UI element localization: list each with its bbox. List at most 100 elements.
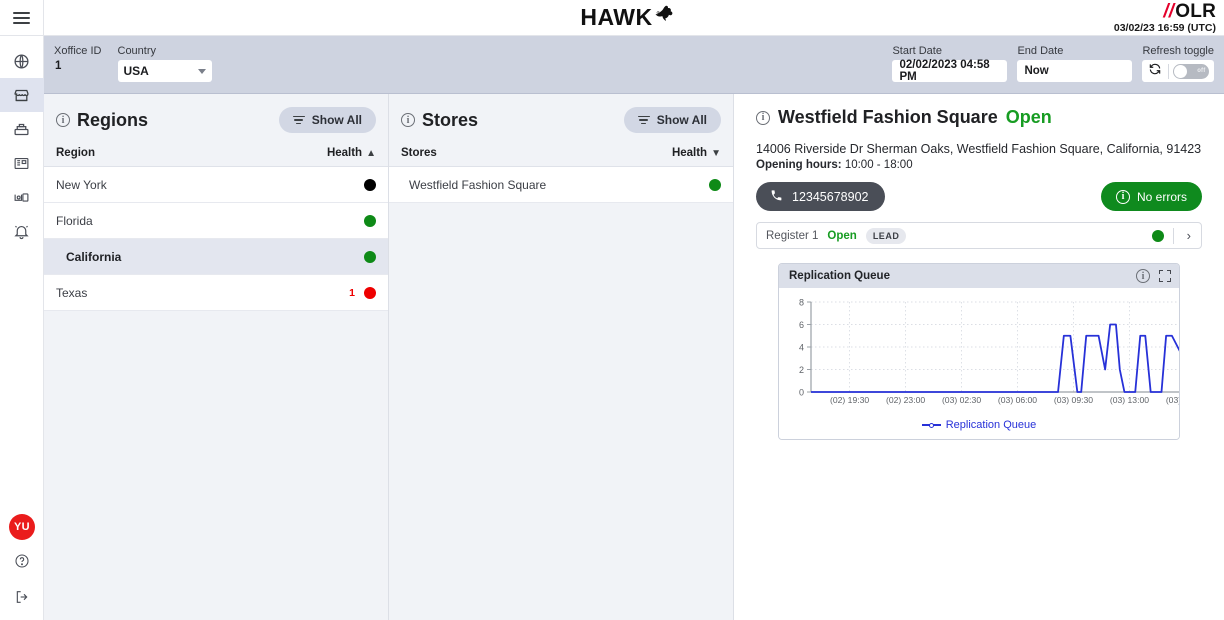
chevron-up-icon: ▲ <box>366 147 376 159</box>
svg-text:(03) 06:00: (03) 06:00 <box>998 395 1037 405</box>
stores-title-group: i Stores <box>401 110 478 131</box>
left-nav-rail: YU <box>0 0 44 620</box>
logout-button[interactable] <box>9 586 35 612</box>
chart-legend[interactable]: Replication Queue <box>785 419 1173 435</box>
filter-icon <box>292 114 305 127</box>
regions-title-group: i Regions <box>56 110 148 131</box>
status-badge <box>364 250 376 263</box>
brand-bar: HAWK // OLR 03/02/23 16:59 (UTC) <box>44 0 1224 36</box>
regions-list-header: Region Health ▲ <box>44 141 388 167</box>
start-date-field: Start Date 02/02/2023 04:58 PM <box>892 45 1008 83</box>
expand-icon[interactable] <box>1159 270 1171 282</box>
help-button[interactable] <box>9 550 35 576</box>
filter-bar-right: Start Date 02/02/2023 04:58 PM End Date … <box>892 45 1214 83</box>
content-columns: i Regions Show All Region Health ▲ New Y… <box>44 94 1224 620</box>
chevron-down-icon <box>197 68 206 74</box>
app-root: YU HAWK // OLR 03/02/23 16:59 (UTC) Xoff… <box>0 0 1224 620</box>
detail-actions: 12345678902 i No errors <box>756 182 1202 211</box>
region-count: 1 <box>349 286 355 299</box>
chevron-down-icon: ▼ <box>711 147 721 159</box>
refresh-button[interactable] <box>1146 62 1164 80</box>
svg-text:2: 2 <box>799 365 804 375</box>
register-row[interactable]: Register 1 Open LEAD › <box>756 222 1202 249</box>
replication-queue-card: Replication Queue i 0 2 4 6 8 (02) 19:30 (02) … <box>778 263 1180 440</box>
legend-marker-icon <box>921 422 941 428</box>
chevron-right-icon[interactable]: › <box>1183 228 1195 243</box>
region-health-group <box>355 214 376 227</box>
country-label: Country <box>117 45 157 57</box>
replication-queue-title: Replication Queue <box>789 270 890 282</box>
store-detail-body: i Westfield Fashion Square Open 14006 Ri… <box>734 94 1224 440</box>
info-icon[interactable]: i <box>56 113 70 127</box>
toggle-knob <box>1174 64 1188 78</box>
info-icon[interactable]: i <box>401 113 415 127</box>
rail-item-globe[interactable] <box>0 44 44 78</box>
svg-text:8: 8 <box>799 298 804 308</box>
stores-col-health: Health <box>671 147 708 159</box>
opening-hours: Opening hours: 10:00 - 18:00 <box>756 159 1202 171</box>
svg-text:(02) 23:00: (02) 23:00 <box>886 395 925 405</box>
opening-hours-label: Opening hours: <box>756 159 842 171</box>
filter-icon <box>637 114 650 127</box>
svg-text:(02) 19:30: (02) 19:30 <box>830 395 869 405</box>
rail-item-device[interactable] <box>0 180 44 214</box>
rail-item-building[interactable] <box>0 146 44 180</box>
opening-hours-value: 10:00 - 18:00 <box>844 159 913 171</box>
replication-queue-card-header: Replication Queue i <box>779 264 1179 288</box>
country-select-value: USA <box>123 64 149 78</box>
filter-bar: Xoffice ID 1 Country USA Start Date 02/0… <box>44 36 1224 94</box>
stores-list-header: Stores Health ▼ <box>389 141 733 167</box>
stores-show-all-button[interactable]: Show All <box>623 107 721 133</box>
building-icon <box>13 155 30 172</box>
status-badge <box>709 178 721 191</box>
hamburger-menu-button[interactable] <box>0 0 43 36</box>
refresh-toggle-label: Refresh toggle <box>1142 45 1214 57</box>
refresh-toggle-switch[interactable]: off <box>1173 63 1210 79</box>
table-row[interactable]: Texas 1 <box>44 275 388 311</box>
regions-col-health-sort[interactable]: Health ▲ <box>327 147 376 159</box>
stores-col-health-sort[interactable]: Health ▼ <box>672 147 721 159</box>
region-name: Texas <box>56 285 88 300</box>
logout-icon <box>14 589 30 610</box>
rail-item-register[interactable] <box>0 112 44 146</box>
table-row[interactable]: New York <box>44 167 388 203</box>
table-row[interactable]: California <box>44 239 388 275</box>
regions-show-all-label: Show All <box>311 113 362 127</box>
stores-title: Stores <box>422 109 479 130</box>
regions-panel-header: i Regions Show All <box>44 94 388 141</box>
xoffice-id-value: 1 <box>55 60 62 72</box>
detail-title-group: i Westfield Fashion Square Open <box>756 107 1202 128</box>
xoffice-id-label: Xoffice ID <box>54 45 102 57</box>
regions-show-all-button[interactable]: Show All <box>278 107 376 133</box>
list-item[interactable]: Westfield Fashion Square <box>389 167 733 203</box>
xoffice-id-field: Xoffice ID 1 <box>54 45 102 72</box>
store-address: 14006 Riverside Dr Sherman Oaks, Westfie… <box>756 142 1202 156</box>
stores-panel-header: i Stores Show All <box>389 94 733 141</box>
info-icon[interactable]: i <box>1136 269 1150 283</box>
end-date-input[interactable]: Now <box>1017 60 1133 82</box>
rail-item-alerts[interactable] <box>0 214 44 248</box>
svg-text:(03) 09:30: (03) 09:30 <box>1054 395 1093 405</box>
phone-button[interactable]: 12345678902 <box>756 182 886 211</box>
region-health-group <box>355 250 376 263</box>
end-date-field: End Date Now <box>1017 45 1133 82</box>
start-date-input[interactable]: 02/02/2023 04:58 PM <box>892 59 1008 83</box>
device-icon <box>13 189 30 206</box>
avatar[interactable]: YU <box>9 514 35 540</box>
country-select[interactable]: USA <box>117 60 212 82</box>
table-row[interactable]: Florida <box>44 203 388 239</box>
region-name: New York <box>56 177 107 192</box>
regions-panel: i Regions Show All Region Health ▲ New Y… <box>44 94 389 620</box>
regions-title: Regions <box>77 109 149 130</box>
errors-status-label: No errors <box>1136 189 1187 204</box>
info-icon: i <box>1115 189 1130 204</box>
rail-item-store[interactable] <box>0 78 44 112</box>
legend-label: Replication Queue <box>945 419 1037 431</box>
svg-text:(03) 13:00: (03) 13:00 <box>1110 395 1149 405</box>
toggle-state-text: off <box>1197 68 1206 74</box>
main-area: HAWK // OLR 03/02/23 16:59 (UTC) Xoffice… <box>44 0 1224 620</box>
errors-status-button[interactable]: i No errors <box>1100 182 1202 211</box>
end-date-label: End Date <box>1017 45 1064 57</box>
info-icon[interactable]: i <box>756 110 770 125</box>
register-status: Open <box>827 229 857 242</box>
